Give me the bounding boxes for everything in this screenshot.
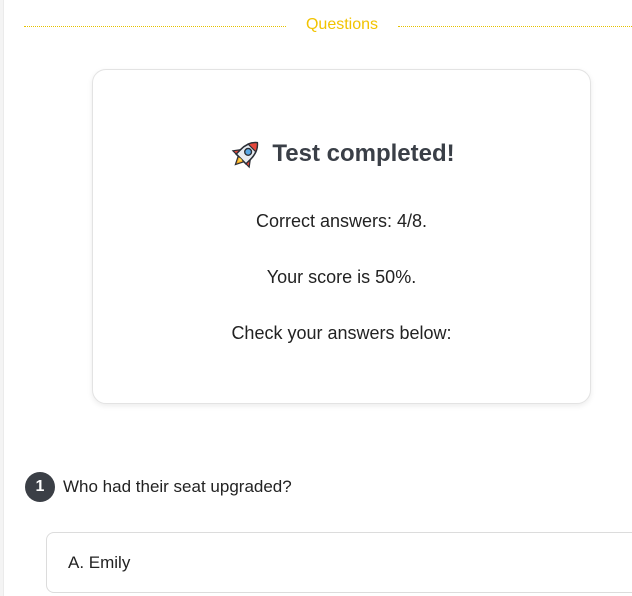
section-divider-right bbox=[398, 26, 632, 27]
rocket-icon bbox=[228, 136, 264, 172]
section-divider-left bbox=[24, 26, 286, 27]
correct-answers-text: Correct answers: 4/8. bbox=[255, 211, 428, 231]
result-title-row: Test completed! bbox=[93, 136, 590, 172]
check-answers-text: Check your answers below: bbox=[231, 323, 452, 343]
score-text: Your score is 50%. bbox=[266, 267, 417, 287]
result-card: Test completed! Correct answers: 4/8. Yo… bbox=[92, 69, 591, 404]
result-title: Test completed! bbox=[272, 140, 455, 167]
answer-option-a[interactable]: A. Emily bbox=[46, 532, 632, 593]
left-border bbox=[0, 0, 4, 596]
section-header: Questions bbox=[24, 14, 632, 38]
answer-option-label: A. Emily bbox=[68, 552, 131, 572]
question-header: 1 Who had their seat upgraded? bbox=[25, 471, 292, 503]
question-number-badge: 1 bbox=[25, 472, 55, 502]
section-title: Questions bbox=[305, 16, 379, 33]
question-text: Who had their seat upgraded? bbox=[63, 477, 292, 496]
